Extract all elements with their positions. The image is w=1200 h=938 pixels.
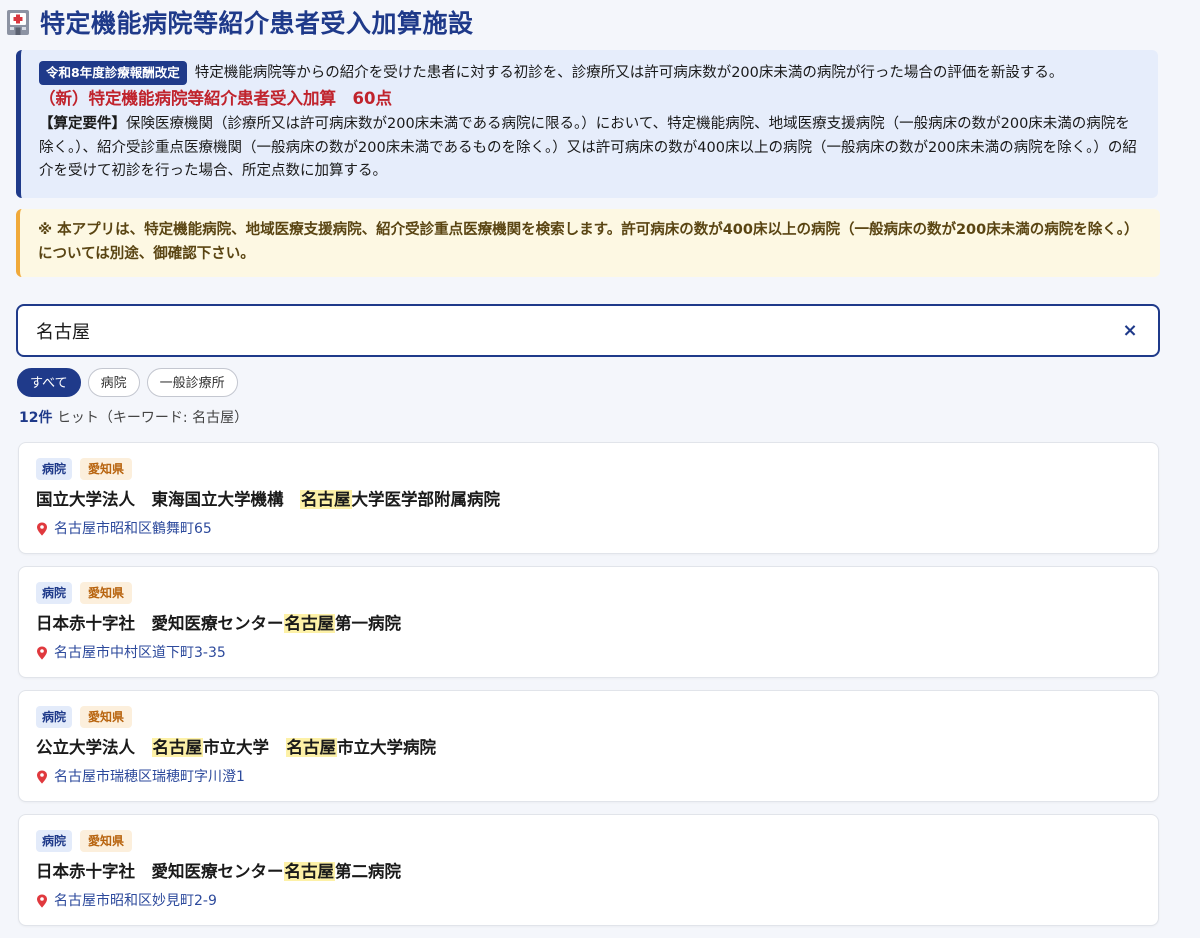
filter-hospital[interactable]: 病院 [87,368,140,397]
facility-type-badge: 病院 [36,706,73,728]
facility-name-part: 公立大学法人 [36,738,152,757]
location-pin-icon [36,894,48,908]
address-text: 名古屋市昭和区鶴舞町65 [54,521,212,537]
result-card[interactable]: 病院 愛知県 日本赤十字社 愛知医療センター名古屋第二病院 名古屋市昭和区妙見町… [18,814,1159,926]
result-keyword: ヒット（キーワード: 名古屋） [56,410,249,426]
requirement-text: 【算定要件】保険医療機関（診療所又は許可病床数が200床未満である病院に限る。）… [39,113,1144,184]
address-text: 名古屋市瑞穂区瑞穂町字川澄1 [54,769,245,785]
keyword-highlight: 名古屋 [300,490,352,509]
facility-address: 名古屋市昭和区妙見町2-9 [36,891,217,911]
result-card[interactable]: 病院 愛知県 国立大学法人 東海国立大学機構 名古屋大学医学部附属病院 名古屋市… [18,442,1159,554]
facility-address: 名古屋市瑞穂区瑞穂町字川澄1 [36,767,245,787]
revision-notice: 令和8年度診療報酬改定 特定機能病院等からの紹介を受けた患者に対する初診を、診療… [16,50,1158,198]
facility-name-part: 日本赤十字社 愛知医療センター [36,862,284,881]
prefecture-badge: 愛知県 [80,458,133,480]
facility-type-badge: 病院 [36,582,73,604]
card-badges: 病院 愛知県 [36,830,133,852]
prefecture-badge: 愛知県 [80,830,133,852]
page: 特定機能病院等紹介患者受入加算施設 令和8年度診療報酬改定 特定機能病院等からの… [0,0,1200,938]
header: 特定機能病院等紹介患者受入加算施設 [4,4,474,40]
facility-name-part: 市立大学 [203,738,286,757]
requirement-body: 保険医療機関（診療所又は許可病床数が200床未満である病院に限る。）において、特… [39,116,1137,179]
facility-name-part: 第一病院 [335,614,401,633]
addon-title: （新）特定機能病院等紹介患者受入加算 60点 [39,89,392,108]
filter-clinic[interactable]: 一般診療所 [146,368,238,397]
filter-chips: すべて 病院 一般診療所 [17,368,238,397]
revision-badge: 令和8年度診療報酬改定 [39,61,187,85]
card-badges: 病院 愛知県 [36,706,133,728]
result-card[interactable]: 病院 愛知県 日本赤十字社 愛知医療センター名古屋第一病院 名古屋市中村区道下町… [18,566,1159,678]
keyword-highlight: 名古屋 [283,614,335,633]
facility-name: 公立大学法人 名古屋市立大学 名古屋市立大学病院 [36,736,436,760]
search-box: × [16,304,1160,357]
facility-type-badge: 病院 [36,830,73,852]
location-pin-icon [36,522,48,536]
facility-name-part: 国立大学法人 東海国立大学機構 [36,490,300,509]
facility-address: 名古屋市昭和区鶴舞町65 [36,519,212,539]
facility-name: 日本赤十字社 愛知医療センター名古屋第二病院 [36,860,401,884]
notice-summary-row: 令和8年度診療報酬改定 特定機能病院等からの紹介を受けた患者に対する初診を、診療… [39,61,1144,85]
location-pin-icon [36,770,48,784]
keyword-highlight: 名古屋 [151,738,203,757]
prefecture-badge: 愛知県 [80,706,133,728]
facility-name-part: 日本赤十字社 愛知医療センター [36,614,284,633]
keyword-highlight: 名古屋 [285,738,337,757]
facility-name-part: 市立大学病院 [337,738,436,757]
location-pin-icon [36,646,48,660]
card-badges: 病院 愛知県 [36,458,133,480]
filter-all[interactable]: すべて [17,368,81,397]
clear-search-icon[interactable]: × [1120,320,1140,341]
facility-name: 国立大学法人 東海国立大学機構 名古屋大学医学部附属病院 [36,488,500,512]
page-title: 特定機能病院等紹介患者受入加算施設 [40,9,474,38]
address-text: 名古屋市中村区道下町3-35 [54,645,226,661]
facility-name: 日本赤十字社 愛知医療センター名古屋第一病院 [36,612,401,636]
prefecture-badge: 愛知県 [80,582,133,604]
facility-address: 名古屋市中村区道下町3-35 [36,643,226,663]
facility-name-part: 大学医学部附属病院 [351,490,501,509]
result-count: 12件 [19,410,53,426]
hospital-icon [4,8,32,36]
result-summary: 12件 ヒット（キーワード: 名古屋） [19,408,248,428]
facility-name-part: 第二病院 [335,862,401,881]
notice-summary: 特定機能病院等からの紹介を受けた患者に対する初診を、診療所又は許可病床数が200… [194,65,1064,81]
keyword-highlight: 名古屋 [283,862,335,881]
app-scope-warning: ※ 本アプリは、特定機能病院、地域医療支援病院、紹介受診重点医療機関を検索します… [16,209,1160,277]
search-input[interactable] [36,320,1120,341]
requirement-label: 【算定要件】 [39,116,126,132]
result-card[interactable]: 病院 愛知県 公立大学法人 名古屋市立大学 名古屋市立大学病院 名古屋市瑞穂区瑞… [18,690,1159,802]
address-text: 名古屋市昭和区妙見町2-9 [54,893,217,909]
card-badges: 病院 愛知県 [36,582,133,604]
facility-type-badge: 病院 [36,458,73,480]
